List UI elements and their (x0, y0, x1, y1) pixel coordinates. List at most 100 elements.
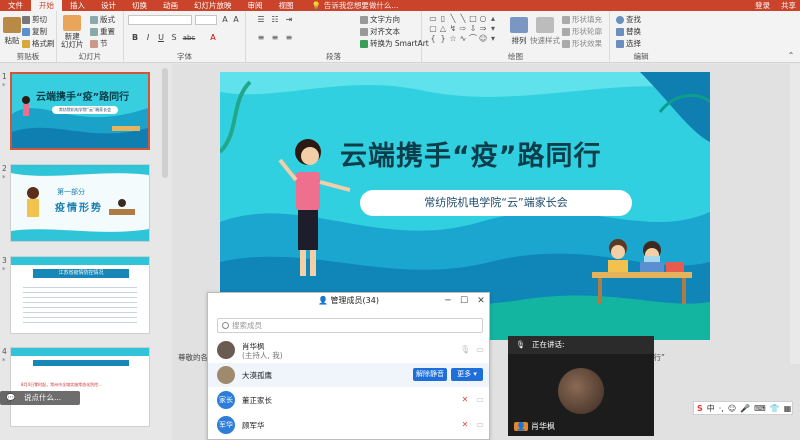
copy-button[interactable]: 复制 (22, 26, 47, 37)
keyboard-icon[interactable]: ⌨ (754, 404, 766, 413)
tell-me-input[interactable]: 告诉我您想要做什么... (324, 0, 399, 11)
lightning-shape-icon[interactable]: ↯ (448, 24, 458, 34)
section-button[interactable]: 节 (90, 38, 108, 49)
shape-fill-button[interactable]: 形状填充 (562, 14, 602, 25)
italic-button[interactable]: I (143, 33, 153, 43)
more-button[interactable]: 更多 ▾ (451, 368, 483, 381)
tab-view[interactable]: 视图 (271, 0, 302, 11)
bracket-shape-icon[interactable]: ⌒ (468, 34, 478, 44)
voice-icon[interactable]: 🎤 (740, 404, 750, 413)
tab-insert[interactable]: 插入 (62, 0, 93, 11)
paste-button[interactable]: 粘贴 (3, 17, 21, 46)
tab-transitions[interactable]: 切换 (124, 0, 155, 11)
slide-thumb-2[interactable]: 第一部分 疫情形势 (10, 164, 150, 242)
slide-thumb-4[interactable]: 8月4日零时起，常州市全域实施常态化防控... (10, 347, 150, 427)
text-direction-button[interactable]: 文字方向 (360, 14, 400, 25)
tell-me-icon[interactable]: 💡 (312, 1, 321, 10)
replace-button[interactable]: 替换 (616, 26, 641, 37)
rectangle-shape-icon[interactable]: □ (468, 14, 478, 24)
numbering-icon[interactable]: ☷ (270, 15, 280, 25)
ime-toolbar[interactable]: S 中 ·, ☺ 🎤 ⌨ 👕 ▦ (693, 401, 793, 415)
close-icon[interactable]: ✕ (473, 293, 489, 309)
underline-button[interactable]: U (156, 33, 166, 43)
bold-button[interactable]: B (130, 33, 140, 43)
slide-thumb-3[interactable]: 江苏省疫情防控情况 (10, 256, 150, 334)
mic-muted-icon[interactable]: ✕ (460, 395, 470, 405)
tab-file[interactable]: 文件 (0, 0, 31, 11)
member-row[interactable]: 军华 顾军华 ✕ ▭ (208, 413, 489, 437)
textbox-shape-icon[interactable]: ▭ (428, 14, 438, 24)
align-center-icon[interactable]: ≡ (270, 33, 280, 43)
line-shape-icon[interactable]: ╲ (458, 14, 468, 24)
collapse-ribbon-icon[interactable]: ⌃ (786, 51, 796, 61)
skin-icon[interactable]: 👕 (770, 404, 780, 413)
tab-design[interactable]: 设计 (93, 0, 124, 11)
unmute-button[interactable]: 解除静音 (413, 368, 447, 381)
vertical-textbox-shape-icon[interactable]: ▯ (438, 14, 448, 24)
select-button[interactable]: 选择 (616, 38, 641, 49)
mic-icon[interactable]: 🎙 (460, 345, 470, 355)
find-button[interactable]: 查找 (616, 14, 641, 25)
login-link[interactable]: 登录 (755, 0, 770, 11)
shadow-button[interactable]: S (169, 33, 179, 43)
camera-off-icon[interactable]: ▭ (475, 420, 485, 430)
mic-muted-icon[interactable]: ✕ (460, 420, 470, 430)
shapes-gallery[interactable]: ▭ ▯ ╲ ╲ □ ○ ▴ ▢ △ ↯ ⇨ ⇩ ⇒ ▾ {} ☆ ∿ ⌒ ☺ ▾ (428, 14, 498, 46)
oval-shape-icon[interactable]: ○ (478, 14, 488, 24)
font-color-icon[interactable]: A (208, 33, 218, 43)
arrow-shape-icon[interactable]: ⇒ (478, 24, 488, 34)
indent-icon[interactable]: ⇥ (284, 15, 294, 25)
member-row[interactable]: 肖华枫 (主持人, 我) 🎙 ▭ (208, 338, 489, 362)
tab-home[interactable]: 开始 (31, 0, 62, 11)
ime-punct[interactable]: ·, (719, 404, 724, 413)
member-row[interactable]: 家长 董正家长 ✕ ▭ (208, 388, 489, 412)
new-slide-button[interactable]: 新建 幻灯片 (61, 15, 84, 49)
tab-slideshow[interactable]: 幻灯片放映 (186, 0, 240, 11)
smiley-shape-icon[interactable]: ☺ (478, 34, 488, 44)
more-shapes-icon[interactable]: ▴ (488, 14, 498, 24)
chat-input[interactable]: 💬 说点什么... (0, 391, 80, 405)
camera-off-icon[interactable]: ▭ (475, 395, 485, 405)
curve-shape-icon[interactable]: ∿ (458, 34, 468, 44)
member-search-input[interactable]: 搜索成员 (217, 318, 483, 333)
emoji-icon[interactable]: ☺ (728, 404, 736, 413)
thumbnail-scrollbar[interactable] (162, 68, 168, 178)
layout-button[interactable]: 版式 (90, 14, 115, 25)
smartart-button[interactable]: 转换为 SmartArt (360, 38, 429, 49)
down-arrow-shape-icon[interactable]: ⇩ (468, 24, 478, 34)
align-right-icon[interactable]: ≡ (284, 33, 294, 43)
ime-mode[interactable]: 中 (707, 403, 715, 414)
reset-button[interactable]: 重置 (90, 26, 115, 37)
right-arrow-shape-icon[interactable]: ⇨ (458, 24, 468, 34)
shrink-font-icon[interactable]: A (231, 15, 241, 25)
align-left-icon[interactable]: ≡ (256, 33, 266, 43)
maximize-icon[interactable]: ☐ (456, 293, 472, 309)
star-shape-icon[interactable]: ☆ (448, 34, 458, 44)
format-painter-button[interactable]: 格式刷 (22, 38, 55, 49)
slide-title[interactable]: 云端携手“疫”路同行 (340, 134, 602, 173)
expand-shapes-icon[interactable]: ▾ (488, 34, 498, 44)
bullets-icon[interactable]: ☰ (256, 15, 266, 25)
brace-shape-icon[interactable]: { (428, 34, 438, 44)
share-button[interactable]: 共享 (781, 0, 796, 11)
settings-icon[interactable]: ▦ (784, 404, 792, 413)
brace-shape-icon[interactable]: } (438, 34, 448, 44)
triangle-shape-icon[interactable]: △ (438, 24, 448, 34)
font-size-select[interactable] (195, 15, 217, 25)
line-shape-icon[interactable]: ╲ (448, 14, 458, 24)
member-row[interactable]: 大漠孤鹰 解除静音 更多 ▾ (208, 363, 489, 387)
cut-button[interactable]: 剪切 (22, 14, 47, 25)
shape-effects-button[interactable]: 形状效果 (562, 38, 602, 49)
grow-font-icon[interactable]: A (220, 15, 230, 25)
rounded-rectangle-shape-icon[interactable]: ▢ (428, 24, 438, 34)
align-text-button[interactable]: 对齐文本 (360, 26, 400, 37)
camera-off-icon[interactable]: ▭ (475, 345, 485, 355)
vertical-scrollbar[interactable] (790, 64, 800, 364)
shapes-scroll-icon[interactable]: ▾ (488, 24, 498, 34)
font-name-select[interactable] (128, 15, 192, 25)
shape-outline-button[interactable]: 形状轮廓 (562, 26, 602, 37)
strikethrough-button[interactable]: abc (182, 33, 196, 43)
arrange-button[interactable]: 排列 (510, 17, 528, 46)
tab-review[interactable]: 审阅 (240, 0, 271, 11)
slide-thumb-1[interactable]: 云端携手“疫”路同行 常纺院机电学院“云”端家长会 (10, 72, 150, 150)
